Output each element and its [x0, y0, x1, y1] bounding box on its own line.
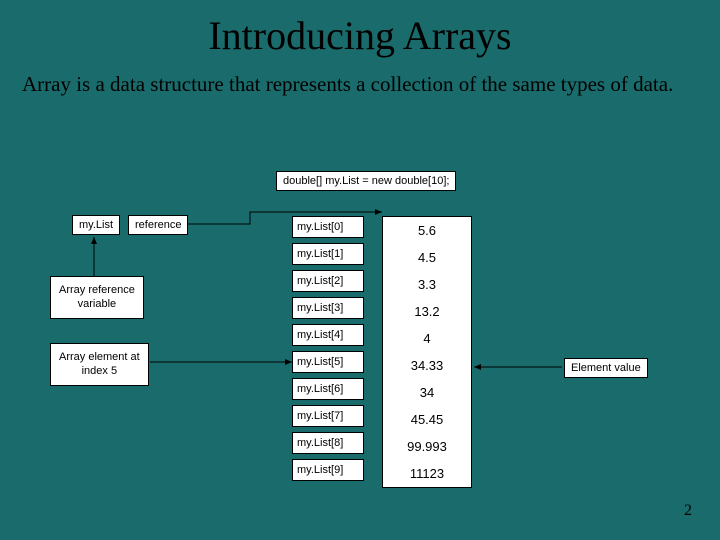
- text-line: index 5: [59, 364, 140, 378]
- index-cell: my.List[9]: [292, 459, 364, 481]
- reference-box: reference: [128, 215, 188, 235]
- slide-title: Introducing Arrays: [0, 0, 720, 67]
- value-cell: 5.6: [383, 217, 471, 244]
- index-cell: my.List[2]: [292, 270, 364, 292]
- text-line: Array element at: [59, 350, 140, 364]
- element-value-label: Element value: [564, 358, 648, 378]
- index-column: my.List[0] my.List[1] my.List[2] my.List…: [292, 216, 364, 486]
- index-cell: my.List[5]: [292, 351, 364, 373]
- index-cell: my.List[7]: [292, 405, 364, 427]
- value-cell: 45.45: [383, 406, 471, 433]
- index-cell: my.List[8]: [292, 432, 364, 454]
- mylist-label: my.List: [72, 215, 120, 235]
- value-cell: 13.2: [383, 298, 471, 325]
- array-ref-variable-label: Array reference variable: [50, 276, 144, 319]
- value-cell: 99.993: [383, 433, 471, 460]
- value-cell: 34.33: [383, 352, 471, 379]
- page-number: 2: [684, 502, 692, 520]
- array-declaration: double[] my.List = new double[10];: [276, 171, 456, 191]
- text-line: variable: [59, 297, 135, 311]
- value-cell: 4.5: [383, 244, 471, 271]
- value-cell: 11123: [383, 460, 471, 487]
- index-cell: my.List[6]: [292, 378, 364, 400]
- value-column: 5.6 4.5 3.3 13.2 4 34.33 34 45.45 99.993…: [382, 216, 472, 488]
- value-cell: 34: [383, 379, 471, 406]
- array-element-index5-label: Array element at index 5: [50, 343, 149, 386]
- value-cell: 4: [383, 325, 471, 352]
- slide-subtitle: Array is a data structure that represent…: [0, 67, 720, 112]
- index-cell: my.List[4]: [292, 324, 364, 346]
- text-line: Array reference: [59, 283, 135, 297]
- index-cell: my.List[0]: [292, 216, 364, 238]
- value-cell: 3.3: [383, 271, 471, 298]
- index-cell: my.List[3]: [292, 297, 364, 319]
- index-cell: my.List[1]: [292, 243, 364, 265]
